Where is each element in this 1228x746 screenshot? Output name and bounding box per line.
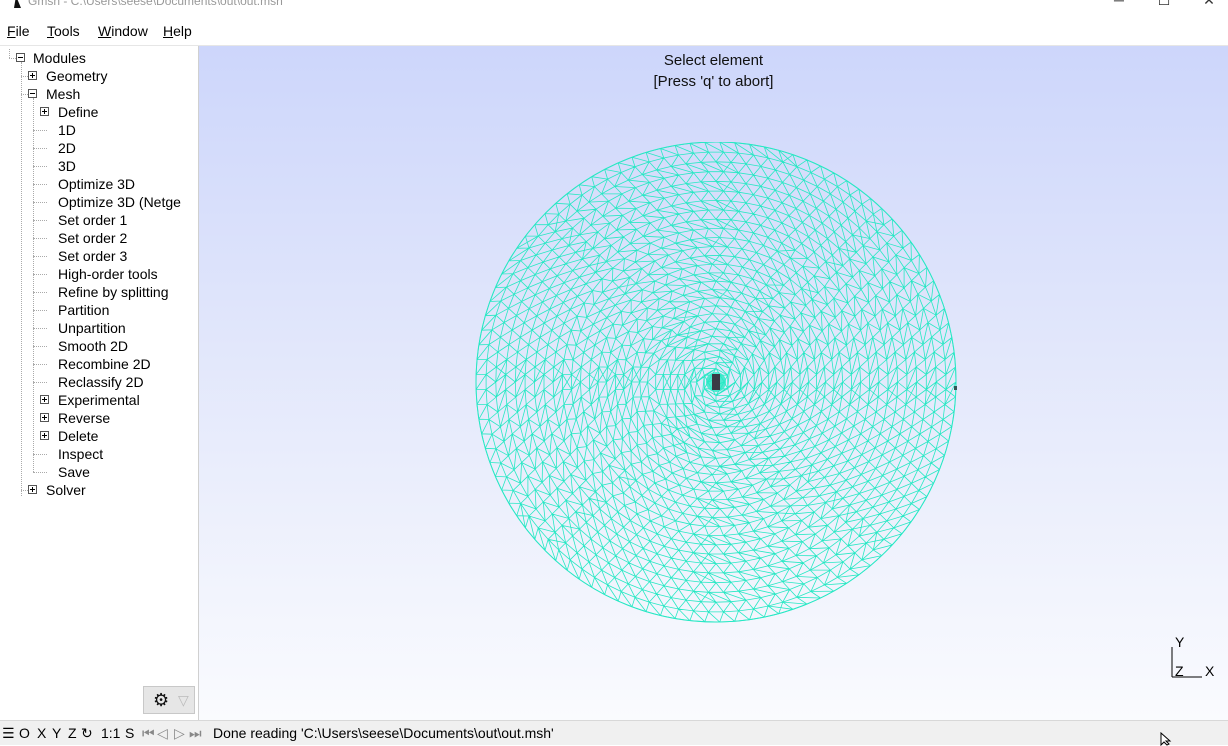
menu-bar: File Tools Window Help [0, 18, 1228, 46]
axis-z-label: Z [1175, 663, 1184, 679]
expand-icon[interactable] [40, 413, 49, 422]
module-tree: Modules Geometry Mesh Define 1D 2D 3D Optimi… [0, 46, 199, 720]
gmsh-app-icon [14, 0, 21, 8]
expand-icon[interactable] [40, 107, 49, 116]
scale-button[interactable]: 1:1 [101, 725, 120, 741]
mesh-boundary-node [954, 386, 957, 390]
axis-y-label: Y [1175, 634, 1185, 650]
expand-icon[interactable] [28, 485, 37, 494]
abort-hint: [Press 'q' to abort] [653, 73, 774, 90]
next-step-icon[interactable]: ▷ [174, 725, 185, 742]
expand-icon[interactable] [40, 431, 49, 440]
view-y-button[interactable]: Y [52, 725, 61, 741]
expand-icon[interactable] [28, 71, 37, 80]
mesh-center-hole [712, 374, 720, 390]
view-z-button[interactable]: Z [68, 725, 77, 741]
view-x-button[interactable]: X [37, 725, 46, 741]
view-o-button[interactable]: O [19, 725, 30, 741]
previous-step-icon[interactable]: ◁ [157, 725, 168, 742]
graphics-canvas[interactable]: Select element [Press 'q' to abort] Y Z … [199, 46, 1228, 720]
expand-icon[interactable] [40, 395, 49, 404]
menu-help[interactable]: Help [163, 23, 192, 39]
rotate-icon[interactable]: ↻ [81, 725, 93, 742]
last-step-icon[interactable]: ⏭ [189, 725, 202, 742]
axis-x-label: X [1205, 663, 1215, 679]
select-prompt: Select element [663, 52, 764, 69]
window-title: Gmsh - C:\Users\seese\Documents\out\out.… [28, 0, 283, 8]
status-menu-icon[interactable]: ☰ [2, 725, 15, 742]
menu-file[interactable]: File [7, 23, 30, 39]
status-message: Done reading 'C:\Users\seese\Documents\o… [213, 725, 554, 741]
filter-icon[interactable]: ▽ [178, 692, 189, 708]
first-step-icon[interactable]: ⏮ [142, 725, 155, 742]
status-bar: ☰ O X Y Z ↻ 1:1 S ⏮ ◁ ▷ ⏭ Done reading '… [0, 720, 1228, 745]
select-button[interactable]: S [125, 725, 134, 741]
title-bar: Gmsh - C:\Users\seese\Documents\out\out.… [0, 0, 1228, 18]
tree-settings-box: ⚙ ▽ [143, 686, 195, 714]
close-icon[interactable]: ✕ [1186, 0, 1228, 10]
maximize-icon[interactable]: ☐ [1141, 0, 1187, 10]
menu-tools[interactable]: Tools [47, 23, 80, 39]
gear-icon[interactable]: ⚙ [153, 691, 169, 709]
menu-window[interactable]: Window [98, 23, 148, 39]
minimize-icon[interactable]: ─ [1096, 0, 1142, 10]
collapse-icon[interactable] [28, 89, 37, 98]
collapse-icon[interactable] [16, 53, 25, 62]
axes-indicator: Y Z X [1171, 634, 1215, 679]
mesh-disk[interactable] [475, 142, 957, 624]
